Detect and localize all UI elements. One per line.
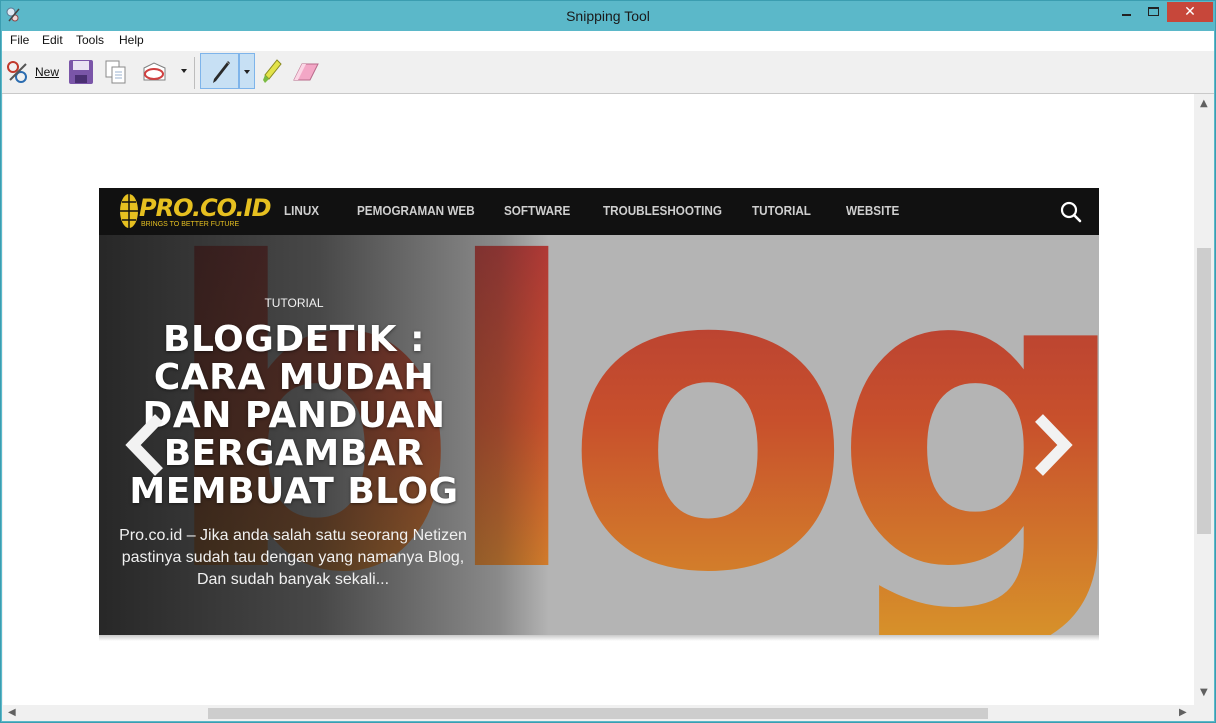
hero-excerpt: Pro.co.id – Jika anda salah satu seorang… [111, 525, 475, 591]
site-logo-tagline: BRINGS TO BETTER FUTURE [141, 221, 240, 228]
menu-file[interactable]: File [10, 33, 29, 47]
scroll-right-icon[interactable]: ▶ [1179, 708, 1187, 718]
slider-next-arrow[interactable] [1029, 410, 1079, 480]
vertical-scroll-thumb[interactable] [1197, 248, 1211, 534]
nav-linux[interactable]: LINUX [284, 203, 319, 218]
chevron-down-icon [181, 69, 187, 73]
nav-software[interactable]: SOFTWARE [504, 203, 570, 218]
snip-canvas[interactable]: PRO.CO.ID BRINGS TO BETTER FUTURE LINUX … [3, 94, 1195, 705]
window-title: Snipping Tool [566, 8, 650, 24]
new-button[interactable]: New [4, 53, 62, 89]
horizontal-scroll-thumb[interactable] [208, 708, 988, 719]
nav-troubleshooting[interactable]: TROUBLESHOOTING [603, 203, 722, 218]
captured-webpage: PRO.CO.ID BRINGS TO BETTER FUTURE LINUX … [99, 188, 1099, 635]
minimize-button[interactable] [1111, 2, 1141, 22]
scroll-up-icon[interactable]: ▲ [1200, 99, 1208, 109]
highlighter-icon[interactable] [260, 58, 284, 86]
client-area: File Edit Tools Help New PRO.CO.ID BRING… [2, 31, 1214, 721]
pen-icon [213, 61, 230, 83]
hero-category[interactable]: TUTORIAL [99, 296, 489, 310]
site-logo[interactable]: PRO.CO.ID [139, 194, 272, 222]
eraser-icon[interactable] [292, 61, 320, 83]
nav-website[interactable]: WEBSITE [846, 203, 899, 218]
site-navbar: PRO.CO.ID BRINGS TO BETTER FUTURE LINUX … [99, 188, 1099, 235]
snipping-tool-window: Snipping Tool ✕ File Edit Tools Help New [0, 0, 1216, 723]
headline-line: BLOGDETIK : [163, 319, 425, 360]
scroll-left-icon[interactable]: ◀ [8, 708, 16, 718]
slider-prev-arrow[interactable] [119, 410, 169, 480]
pen-button[interactable] [200, 53, 239, 89]
globe-logo-icon [120, 194, 138, 228]
menu-edit[interactable]: Edit [42, 33, 63, 47]
hero-slider[interactable]: blog TUTORIAL BLOGDETIK : CARA MUDAH DAN… [99, 235, 1099, 635]
toolbar: New [2, 51, 1214, 94]
excerpt-line: Dan sudah banyak sekali... [196, 571, 390, 588]
hero-headline[interactable]: BLOGDETIK : CARA MUDAH DAN PANDUAN BERGA… [119, 321, 469, 511]
headline-line: DAN PANDUAN [142, 395, 446, 436]
search-icon[interactable] [1059, 200, 1083, 224]
title-bar[interactable]: Snipping Tool ✕ [1, 1, 1215, 31]
copy-icon[interactable] [104, 59, 128, 85]
new-label: New [35, 65, 60, 79]
horizontal-scrollbar[interactable]: ◀ ▶ [3, 705, 1195, 721]
snip-shadow [99, 635, 1099, 641]
excerpt-line: Pro.co.id – Jika anda salah satu seorang… [119, 527, 467, 544]
toolbar-separator [194, 57, 195, 89]
vertical-scrollbar[interactable]: ▲ ▼ [1194, 94, 1214, 705]
save-icon[interactable] [68, 59, 94, 85]
headline-line: MEMBUAT BLOG [129, 471, 459, 512]
nav-pemograman-web[interactable]: PEMOGRAMAN WEB [357, 203, 475, 218]
scrollbar-corner [1195, 705, 1214, 721]
menu-bar: File Edit Tools Help [2, 31, 1214, 51]
headline-line: BERGAMBAR [163, 433, 425, 474]
pen-dropdown[interactable] [239, 53, 255, 89]
scissors-icon [7, 61, 27, 83]
send-snip-icon[interactable] [141, 60, 169, 84]
menu-help[interactable]: Help [119, 33, 144, 47]
menu-tools[interactable]: Tools [76, 33, 104, 47]
excerpt-line: pastinya sudah tau dengan yang namanya B… [121, 549, 465, 566]
maximize-button[interactable] [1141, 2, 1166, 22]
scroll-down-icon[interactable]: ▼ [1200, 688, 1208, 698]
send-snip-dropdown[interactable] [177, 53, 191, 89]
nav-tutorial[interactable]: TUTORIAL [752, 203, 811, 218]
close-icon: ✕ [1184, 4, 1196, 20]
headline-line: CARA MUDAH [153, 357, 435, 398]
chevron-down-icon [244, 70, 250, 74]
close-button[interactable]: ✕ [1167, 2, 1213, 22]
